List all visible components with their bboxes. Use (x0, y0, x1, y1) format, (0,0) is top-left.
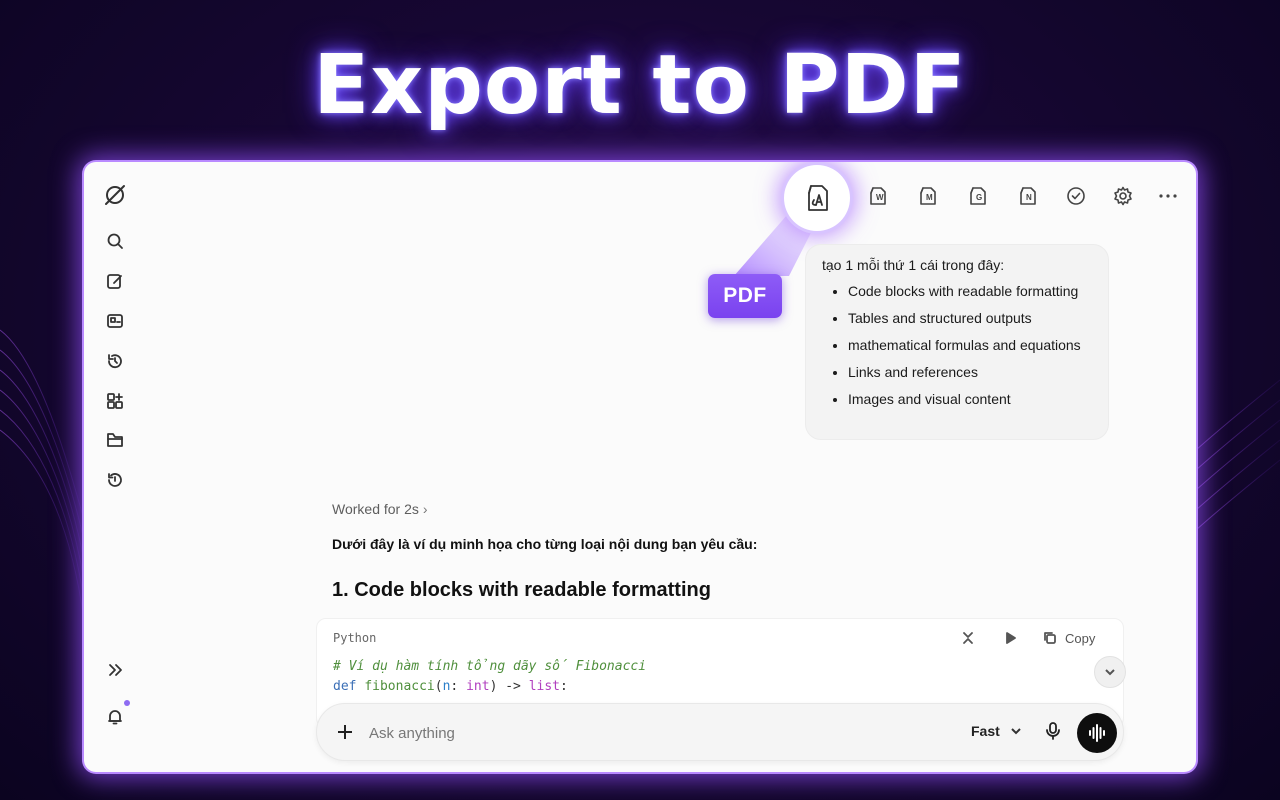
more-horizontal-icon (1159, 194, 1177, 198)
code-punct: : (560, 679, 568, 694)
word-letter: W (876, 193, 884, 202)
user-message-bubble: tạo 1 mỗi thứ 1 cái trong đây: Code bloc… (805, 244, 1109, 440)
gear-icon (1114, 186, 1132, 206)
copy-label: Copy (1065, 630, 1096, 646)
collapse-icon (963, 632, 973, 644)
folder-icon[interactable] (104, 429, 126, 451)
recent-history-icon[interactable] (104, 469, 126, 491)
worked-for-label: Worked for 2s (332, 501, 419, 517)
collapse-code-button[interactable] (961, 628, 975, 648)
notion-letter: N (1026, 193, 1032, 202)
notifications-icon[interactable] (104, 706, 126, 728)
sidebar (84, 162, 144, 772)
history-chat-icon[interactable] (104, 350, 126, 372)
google-docs-letter: G (976, 193, 983, 202)
microphone-button[interactable] (1043, 721, 1065, 743)
app-logo-icon[interactable] (100, 180, 130, 210)
highlight-beam (734, 207, 819, 276)
notification-dot (124, 700, 130, 706)
attach-button[interactable] (335, 722, 355, 742)
code-keyword: def (333, 679, 357, 694)
waveform-icon (1089, 724, 1105, 742)
model-selector[interactable]: Fast (971, 723, 1022, 739)
export-word-button[interactable]: W (864, 182, 892, 210)
code-language-label: Python (333, 631, 377, 645)
copy-icon (1044, 632, 1056, 644)
export-notion-button[interactable]: N (1014, 182, 1042, 210)
new-chat-icon[interactable] (104, 270, 126, 292)
chevron-down-icon (1011, 728, 1021, 735)
plus-icon (338, 725, 352, 739)
run-code-button[interactable] (1003, 628, 1017, 648)
search-icon[interactable] (104, 230, 126, 252)
pdf-file-icon (808, 185, 828, 211)
code-line-def: def fibonacci(n: int) -> list: (333, 679, 568, 694)
list-item: Tables and structured outputs (848, 310, 1092, 326)
export-pdf-button[interactable] (784, 165, 850, 231)
list-item: Images and visual content (848, 391, 1092, 407)
code-punct: ( (434, 679, 443, 694)
message-input[interactable] (367, 718, 931, 748)
check-circle-button[interactable] (1062, 182, 1090, 210)
voice-mode-button[interactable] (1077, 713, 1117, 753)
code-type: list (528, 679, 561, 694)
code-type: int (466, 679, 490, 694)
code-punct: : (450, 679, 467, 694)
code-line-comment: # Ví dụ hàm tính tổng dãy số Fibonacci (333, 659, 647, 674)
library-icon[interactable] (104, 310, 126, 332)
page-headline: Export to PDF (313, 38, 967, 133)
pdf-badge: PDF (708, 274, 782, 318)
chevron-right-icon: › (422, 501, 428, 517)
worked-for-toggle[interactable]: Worked for 2s › (332, 501, 428, 517)
play-icon (1006, 632, 1016, 644)
scroll-to-bottom-button[interactable] (1094, 656, 1126, 688)
list-item: Links and references (848, 364, 1092, 380)
check-circle-icon (1067, 187, 1085, 205)
composer: Fast (316, 703, 1124, 761)
code-punct: ) -> (489, 679, 529, 694)
chevron-down-icon (1105, 669, 1115, 676)
app-window: W M G N PDF tạo 1 mỗi thứ 1 cái trong đâ… (84, 162, 1196, 772)
export-markdown-button[interactable]: M (914, 182, 942, 210)
copy-code-button[interactable]: Copy (1043, 628, 1095, 648)
settings-button[interactable] (1109, 182, 1137, 210)
list-item: Code blocks with readable formatting (848, 283, 1092, 299)
markdown-letter: M (926, 193, 933, 202)
section-heading: 1. Code blocks with readable formatting (332, 579, 711, 601)
export-google-docs-button[interactable]: G (964, 182, 992, 210)
user-message-list: Code blocks with readable formatting Tab… (822, 283, 1092, 407)
expand-sidebar-icon[interactable] (104, 659, 126, 681)
list-item: mathematical formulas and equations (848, 337, 1092, 353)
apps-icon[interactable] (104, 390, 126, 412)
microphone-icon (1046, 722, 1060, 740)
user-message-lead: tạo 1 mỗi thứ 1 cái trong đây: (822, 257, 1005, 273)
model-label: Fast (971, 723, 1000, 739)
code-function-name: fibonacci (364, 679, 435, 694)
assistant-intro: Dưới đây là ví dụ minh họa cho từng loại… (332, 536, 758, 552)
more-options-button[interactable] (1154, 182, 1182, 210)
